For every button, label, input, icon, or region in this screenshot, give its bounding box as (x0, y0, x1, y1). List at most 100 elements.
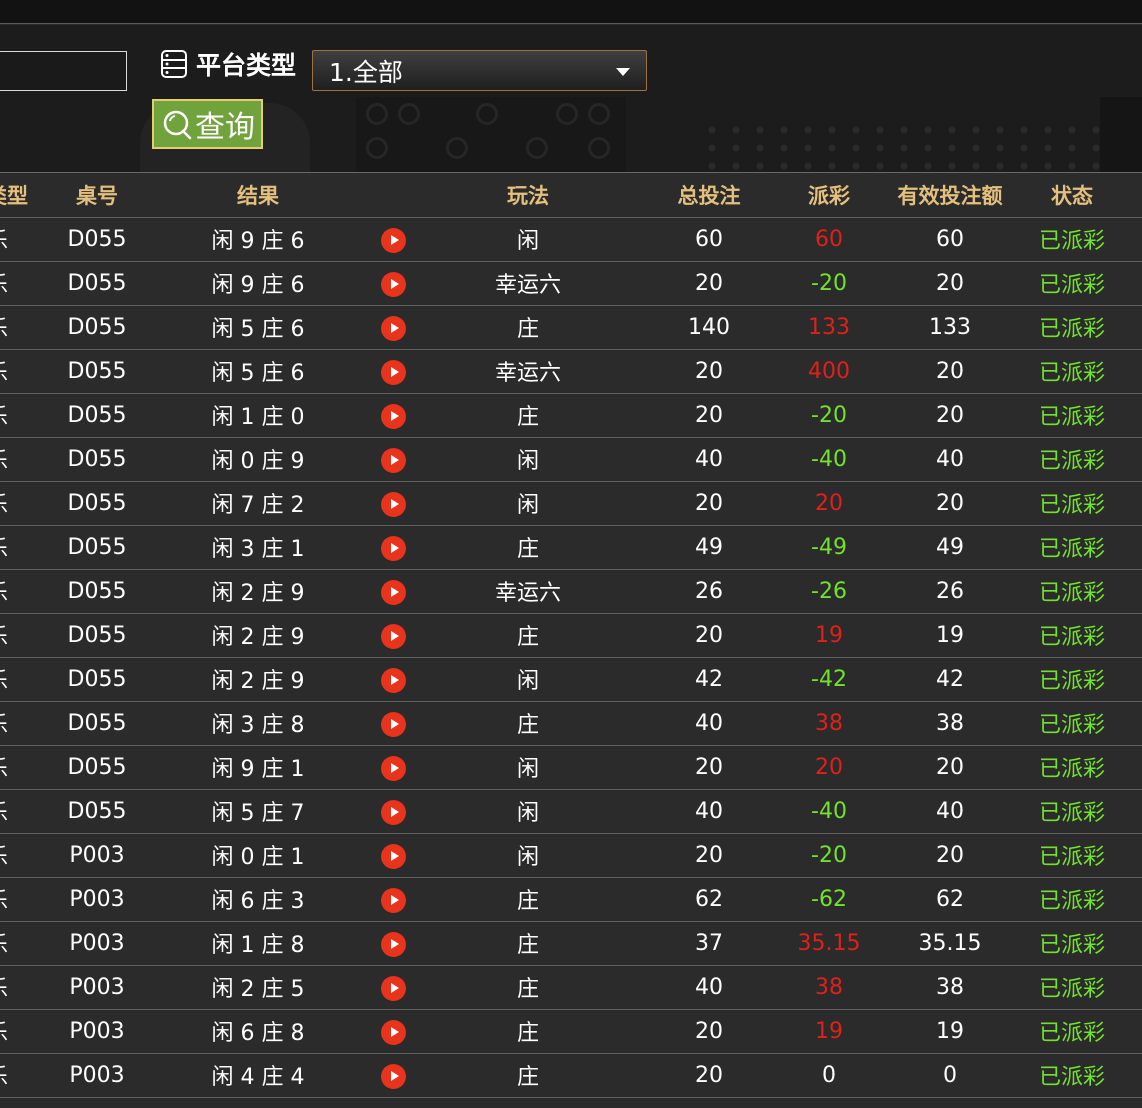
cell-video (368, 1053, 418, 1098)
cell-result: 闲 2 庄 9 (148, 569, 368, 614)
play-video-icon[interactable] (380, 1063, 406, 1089)
play-video-icon[interactable] (380, 843, 406, 869)
play-video-icon[interactable] (380, 579, 406, 605)
cell-video (368, 393, 418, 438)
cell-result: 闲 2 庄 9 (148, 613, 368, 658)
cell-status: 已派彩 (1022, 437, 1122, 482)
cell-video (368, 1009, 418, 1054)
play-video-icon[interactable] (380, 1019, 406, 1045)
cell-table-no: D055 (46, 657, 148, 702)
platform-type-select[interactable]: 1.全部 (312, 50, 647, 91)
search-icon (163, 110, 192, 140)
cell-table-no: D055 (46, 437, 148, 482)
cell-status: 已派彩 (1022, 965, 1122, 1010)
header-status: 状态 (1022, 173, 1122, 218)
cell-table-no: D055 (46, 393, 148, 438)
play-video-icon[interactable] (380, 667, 406, 693)
cell-extra (1122, 525, 1142, 570)
cell-video (368, 481, 418, 526)
cell-total-bet: 26 (638, 569, 780, 614)
table-row: 乐 P003 闲 2 庄 5 庄 40 38 38 已派彩 (0, 965, 1142, 1010)
cell-video (368, 833, 418, 878)
cell-valid-bet: 62 (878, 877, 1022, 922)
cell-valid-bet: 40 (878, 789, 1022, 834)
cell-play: 庄 (418, 921, 638, 966)
cell-payout: 133 (780, 305, 878, 350)
background-decoration (1100, 97, 1142, 172)
cell-extra (1122, 305, 1142, 350)
play-video-icon[interactable] (380, 271, 406, 297)
cell-extra (1122, 657, 1142, 702)
play-video-icon[interactable] (380, 887, 406, 913)
cell-type: 乐 (0, 965, 46, 1010)
header-result: 结果 (148, 173, 368, 218)
cell-extra (1122, 217, 1142, 262)
play-video-icon[interactable] (380, 359, 406, 385)
cell-extra (1122, 569, 1142, 614)
cell-total-bet: 140 (638, 305, 780, 350)
cell-extra (1122, 833, 1142, 878)
cell-type: 乐 (0, 921, 46, 966)
cell-video (368, 437, 418, 482)
play-video-icon[interactable] (380, 447, 406, 473)
cell-total-bet: 62 (638, 877, 780, 922)
play-video-icon[interactable] (380, 711, 406, 737)
cell-result: 闲 7 庄 2 (148, 481, 368, 526)
cell-result: 闲 5 庄 6 (148, 305, 368, 350)
cell-extra (1122, 701, 1142, 746)
header-type: 类型 (0, 173, 46, 218)
play-video-icon[interactable] (380, 931, 406, 957)
cell-type: 乐 (0, 789, 46, 834)
table-row: 乐 D055 闲 3 庄 8 庄 40 38 38 已派彩 (0, 701, 1142, 746)
cell-valid-bet: 20 (878, 481, 1022, 526)
cell-play: 闲 (418, 437, 638, 482)
table-row: 乐 D055 闲 5 庄 6 幸运六 20 400 20 已派彩 (0, 349, 1142, 394)
cell-video (368, 921, 418, 966)
cell-valid-bet: 20 (878, 349, 1022, 394)
cell-total-bet: 20 (638, 481, 780, 526)
play-video-icon[interactable] (380, 535, 406, 561)
cell-type: 乐 (0, 393, 46, 438)
cell-extra (1122, 481, 1142, 526)
cell-play: 幸运六 (418, 569, 638, 614)
cell-total-bet: 40 (638, 701, 780, 746)
cell-play: 庄 (418, 877, 638, 922)
search-text-input[interactable] (0, 51, 127, 91)
cell-video (368, 569, 418, 614)
cell-result: 闲 4 庄 4 (148, 1053, 368, 1098)
cell-play: 闲 (418, 789, 638, 834)
cell-payout: 38 (780, 965, 878, 1010)
cell-result: 闲 9 庄 6 (148, 217, 368, 262)
cell-play: 闲 (418, 833, 638, 878)
cell-play: 闲 (418, 657, 638, 702)
cell-table-no: P003 (46, 965, 148, 1010)
table-row: 乐 D055 闲 2 庄 9 闲 42 -42 42 已派彩 (0, 657, 1142, 702)
cell-payout: -20 (780, 833, 878, 878)
cell-status: 已派彩 (1022, 921, 1122, 966)
cell-play: 闲 (418, 481, 638, 526)
cell-valid-bet: 20 (878, 745, 1022, 790)
play-video-icon[interactable] (380, 755, 406, 781)
cell-type: 乐 (0, 217, 46, 262)
cell-play: 庄 (418, 525, 638, 570)
play-video-icon[interactable] (380, 227, 406, 253)
play-video-icon[interactable] (380, 975, 406, 1001)
cell-status: 已派彩 (1022, 877, 1122, 922)
cell-result: 闲 0 庄 9 (148, 437, 368, 482)
play-video-icon[interactable] (380, 799, 406, 825)
table-row: 乐 P003 闲 6 庄 3 庄 62 -62 62 已派彩 (0, 877, 1142, 922)
play-video-icon[interactable] (380, 403, 406, 429)
cell-total-bet: 60 (638, 217, 780, 262)
play-video-icon[interactable] (380, 491, 406, 517)
cell-result: 闲 6 庄 3 (148, 877, 368, 922)
table-row: 乐 D055 闲 7 庄 2 闲 20 20 20 已派彩 (0, 481, 1142, 526)
cell-table-no: D055 (46, 745, 148, 790)
query-button[interactable]: 查询 (152, 99, 263, 149)
cell-result: 闲 3 庄 1 (148, 525, 368, 570)
cell-payout: 19 (780, 1009, 878, 1054)
play-video-icon[interactable] (380, 315, 406, 341)
cell-valid-bet: 26 (878, 569, 1022, 614)
cell-result: 闲 0 庄 1 (148, 833, 368, 878)
table-row: 乐 D055 闲 0 庄 9 闲 40 -40 40 已派彩 (0, 437, 1142, 482)
play-video-icon[interactable] (380, 623, 406, 649)
